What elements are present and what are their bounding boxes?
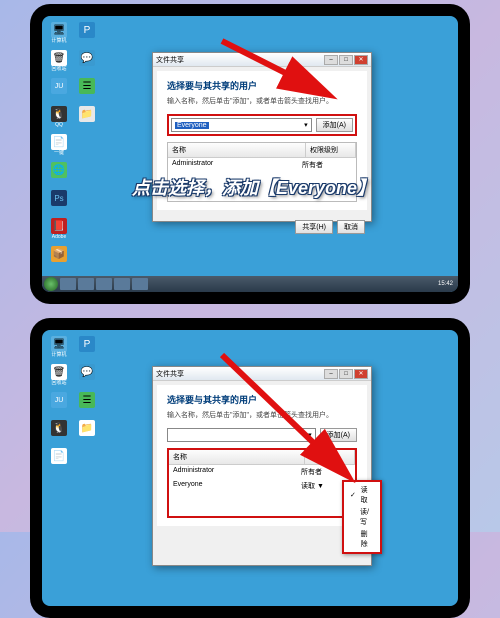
- desktop-icon[interactable]: 📦: [48, 246, 70, 272]
- minimize-button[interactable]: –: [324, 369, 338, 379]
- desktop-icon[interactable]: 🖥计算机: [48, 336, 70, 362]
- desktop-icon[interactable]: 📁: [76, 106, 98, 132]
- user-row[interactable]: Administrator 所有者: [168, 158, 356, 172]
- col-name[interactable]: 名称: [168, 143, 306, 157]
- maximize-button[interactable]: □: [339, 55, 353, 65]
- desktop-icon[interactable]: 🗑回收站: [48, 364, 70, 390]
- chevron-down-icon[interactable]: ▾: [308, 431, 312, 439]
- minimize-button[interactable]: –: [324, 55, 338, 65]
- col-perm[interactable]: 权限级别: [306, 143, 356, 157]
- desktop-icons: 🖥计算机 P 🗑回收站 💬 JU ☰ 🐧QQ 📁 📄一键 🌐: [48, 22, 98, 272]
- user-list-highlight: 名称 权限级别 Administrator 所有者 Everyone 读取 ▼: [167, 448, 357, 518]
- tablet-frame-2: 🖥计算机 P 🗑回收站 💬 JU ☰ 🐧 📁 📄 文件共享: [30, 318, 470, 618]
- desktop-icon[interactable]: 🐧: [48, 420, 70, 446]
- desktop-icon[interactable]: P: [76, 22, 98, 48]
- file-sharing-dialog: 文件共享 – □ ✕ 选择要与其共享的用户 输入名称，然后单击"添加"，或者单击…: [152, 366, 372, 566]
- desktop-icon[interactable]: 📄一键: [48, 134, 70, 160]
- cancel-button[interactable]: 取消: [337, 220, 365, 234]
- system-tray[interactable]: 15:42: [438, 281, 456, 287]
- desktop-icon[interactable]: ☰: [76, 78, 98, 104]
- maximize-button[interactable]: □: [339, 369, 353, 379]
- desktop-icon[interactable]: 🌐: [48, 162, 70, 188]
- perm-option-remove[interactable]: 删除: [346, 528, 378, 550]
- desktop-icon[interactable]: 🐧QQ: [48, 106, 70, 132]
- dialog-subtext: 输入名称，然后单击"添加"，或者单击箭头查找用户。: [167, 96, 357, 106]
- dialog-titlebar[interactable]: 文件共享 – □ ✕: [153, 367, 371, 381]
- user-combobox[interactable]: ▾: [167, 428, 316, 442]
- taskbar-icon[interactable]: [78, 278, 94, 290]
- desktop-icons: 🖥计算机 P 🗑回收站 💬 JU ☰ 🐧 📁 📄: [48, 336, 98, 474]
- desktop-icon[interactable]: 📄: [48, 448, 70, 474]
- taskbar-icon[interactable]: [96, 278, 112, 290]
- user-input-highlight: Everyone ▾ 添加(A): [167, 114, 357, 136]
- desktop-2: 🖥计算机 P 🗑回收站 💬 JU ☰ 🐧 📁 📄 文件共享: [42, 330, 458, 606]
- close-button[interactable]: ✕: [354, 369, 368, 379]
- desktop-icon[interactable]: JU: [48, 78, 70, 104]
- dialog-title: 文件共享: [156, 55, 184, 65]
- add-button[interactable]: 添加(A): [316, 118, 353, 132]
- dialog-heading: 选择要与其共享的用户: [167, 393, 357, 406]
- col-perm[interactable]: 权限级别: [305, 450, 355, 464]
- dialog-title: 文件共享: [156, 369, 184, 379]
- combo-selected: Everyone: [175, 122, 209, 129]
- taskbar-icon[interactable]: [114, 278, 130, 290]
- add-button[interactable]: 添加(A): [320, 428, 357, 442]
- desktop-icon[interactable]: JU: [48, 392, 70, 418]
- perm-option-readwrite[interactable]: 读/写: [346, 506, 378, 528]
- desktop-icon[interactable]: Ps: [48, 190, 70, 216]
- share-button[interactable]: 共享(H): [295, 220, 333, 234]
- desktop-1: 🖥计算机 P 🗑回收站 💬 JU ☰ 🐧QQ 📁 📄一键 🌐: [42, 16, 458, 292]
- user-combobox[interactable]: Everyone ▾: [171, 118, 312, 132]
- user-row[interactable]: Administrator 所有者: [169, 465, 355, 479]
- desktop-icon[interactable]: 🖥计算机: [48, 22, 70, 48]
- perm-option-read[interactable]: 读取: [346, 484, 378, 506]
- tablet-frame-1: 🖥计算机 P 🗑回收站 💬 JU ☰ 🐧QQ 📁 📄一键 🌐: [30, 4, 470, 304]
- desktop-icon[interactable]: 🗑回收站: [48, 50, 70, 76]
- taskbar-icon[interactable]: [132, 278, 148, 290]
- taskbar-icon[interactable]: [60, 278, 76, 290]
- dialog-titlebar[interactable]: 文件共享 – □ ✕: [153, 53, 371, 67]
- dialog-subtext: 输入名称，然后单击"添加"，或者单击箭头查找用户。: [167, 410, 357, 420]
- annotation-text: 点击选择，添加【Everyone】: [132, 174, 375, 200]
- chevron-down-icon[interactable]: ▾: [304, 121, 308, 129]
- desktop-icon[interactable]: P: [76, 336, 98, 362]
- permission-menu: 读取 读/写 删除: [342, 480, 382, 554]
- desktop-icon[interactable]: 💬: [76, 50, 98, 76]
- close-button[interactable]: ✕: [354, 55, 368, 65]
- desktop-icon[interactable]: 💬: [76, 364, 98, 390]
- desktop-icon[interactable]: 📕Adobe: [48, 218, 70, 244]
- dialog-heading: 选择要与其共享的用户: [167, 79, 357, 92]
- taskbar: 15:42: [42, 276, 458, 292]
- desktop-icon[interactable]: 📁: [76, 420, 98, 446]
- desktop-icon[interactable]: ☰: [76, 392, 98, 418]
- col-name[interactable]: 名称: [169, 450, 305, 464]
- user-row[interactable]: Everyone 读取 ▼: [169, 479, 355, 493]
- start-button[interactable]: [44, 277, 58, 291]
